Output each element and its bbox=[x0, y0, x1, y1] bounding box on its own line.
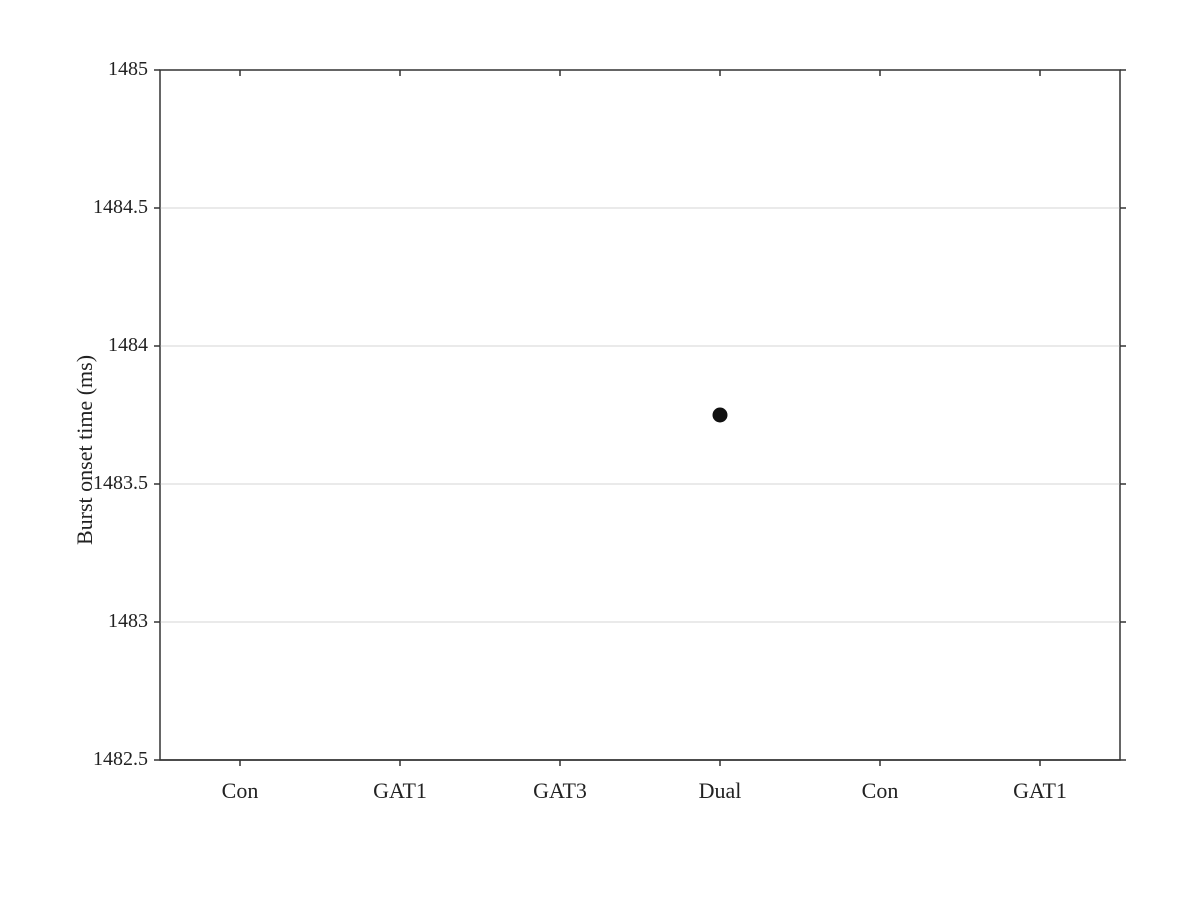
chart-wrapper: Burst onset time (ms) 1485 1484.5 bbox=[50, 40, 1150, 860]
y-tick-14825: 1482.5 bbox=[93, 748, 148, 770]
y-tick-1483: 1483 bbox=[108, 610, 148, 632]
y-tick-1485: 1485 bbox=[108, 58, 148, 80]
y-tick-14835: 1483.5 bbox=[93, 472, 148, 494]
x-label-con1: Con bbox=[222, 778, 259, 803]
y-tick-14845: 1484.5 bbox=[93, 196, 148, 218]
chart-svg: 1485 1484.5 1484 1483.5 1483 bbox=[50, 40, 1150, 860]
x-label-gat1-2: GAT1 bbox=[1013, 778, 1067, 803]
x-label-gat1-1: GAT1 bbox=[373, 778, 427, 803]
x-label-dual: Dual bbox=[699, 778, 742, 803]
x-label-gat3: GAT3 bbox=[533, 778, 587, 803]
data-point-dual bbox=[713, 408, 727, 422]
y-tick-1484: 1484 bbox=[108, 334, 148, 356]
chart-container: Burst onset time (ms) 1485 1484.5 bbox=[0, 0, 1200, 900]
x-label-con2: Con bbox=[862, 778, 899, 803]
